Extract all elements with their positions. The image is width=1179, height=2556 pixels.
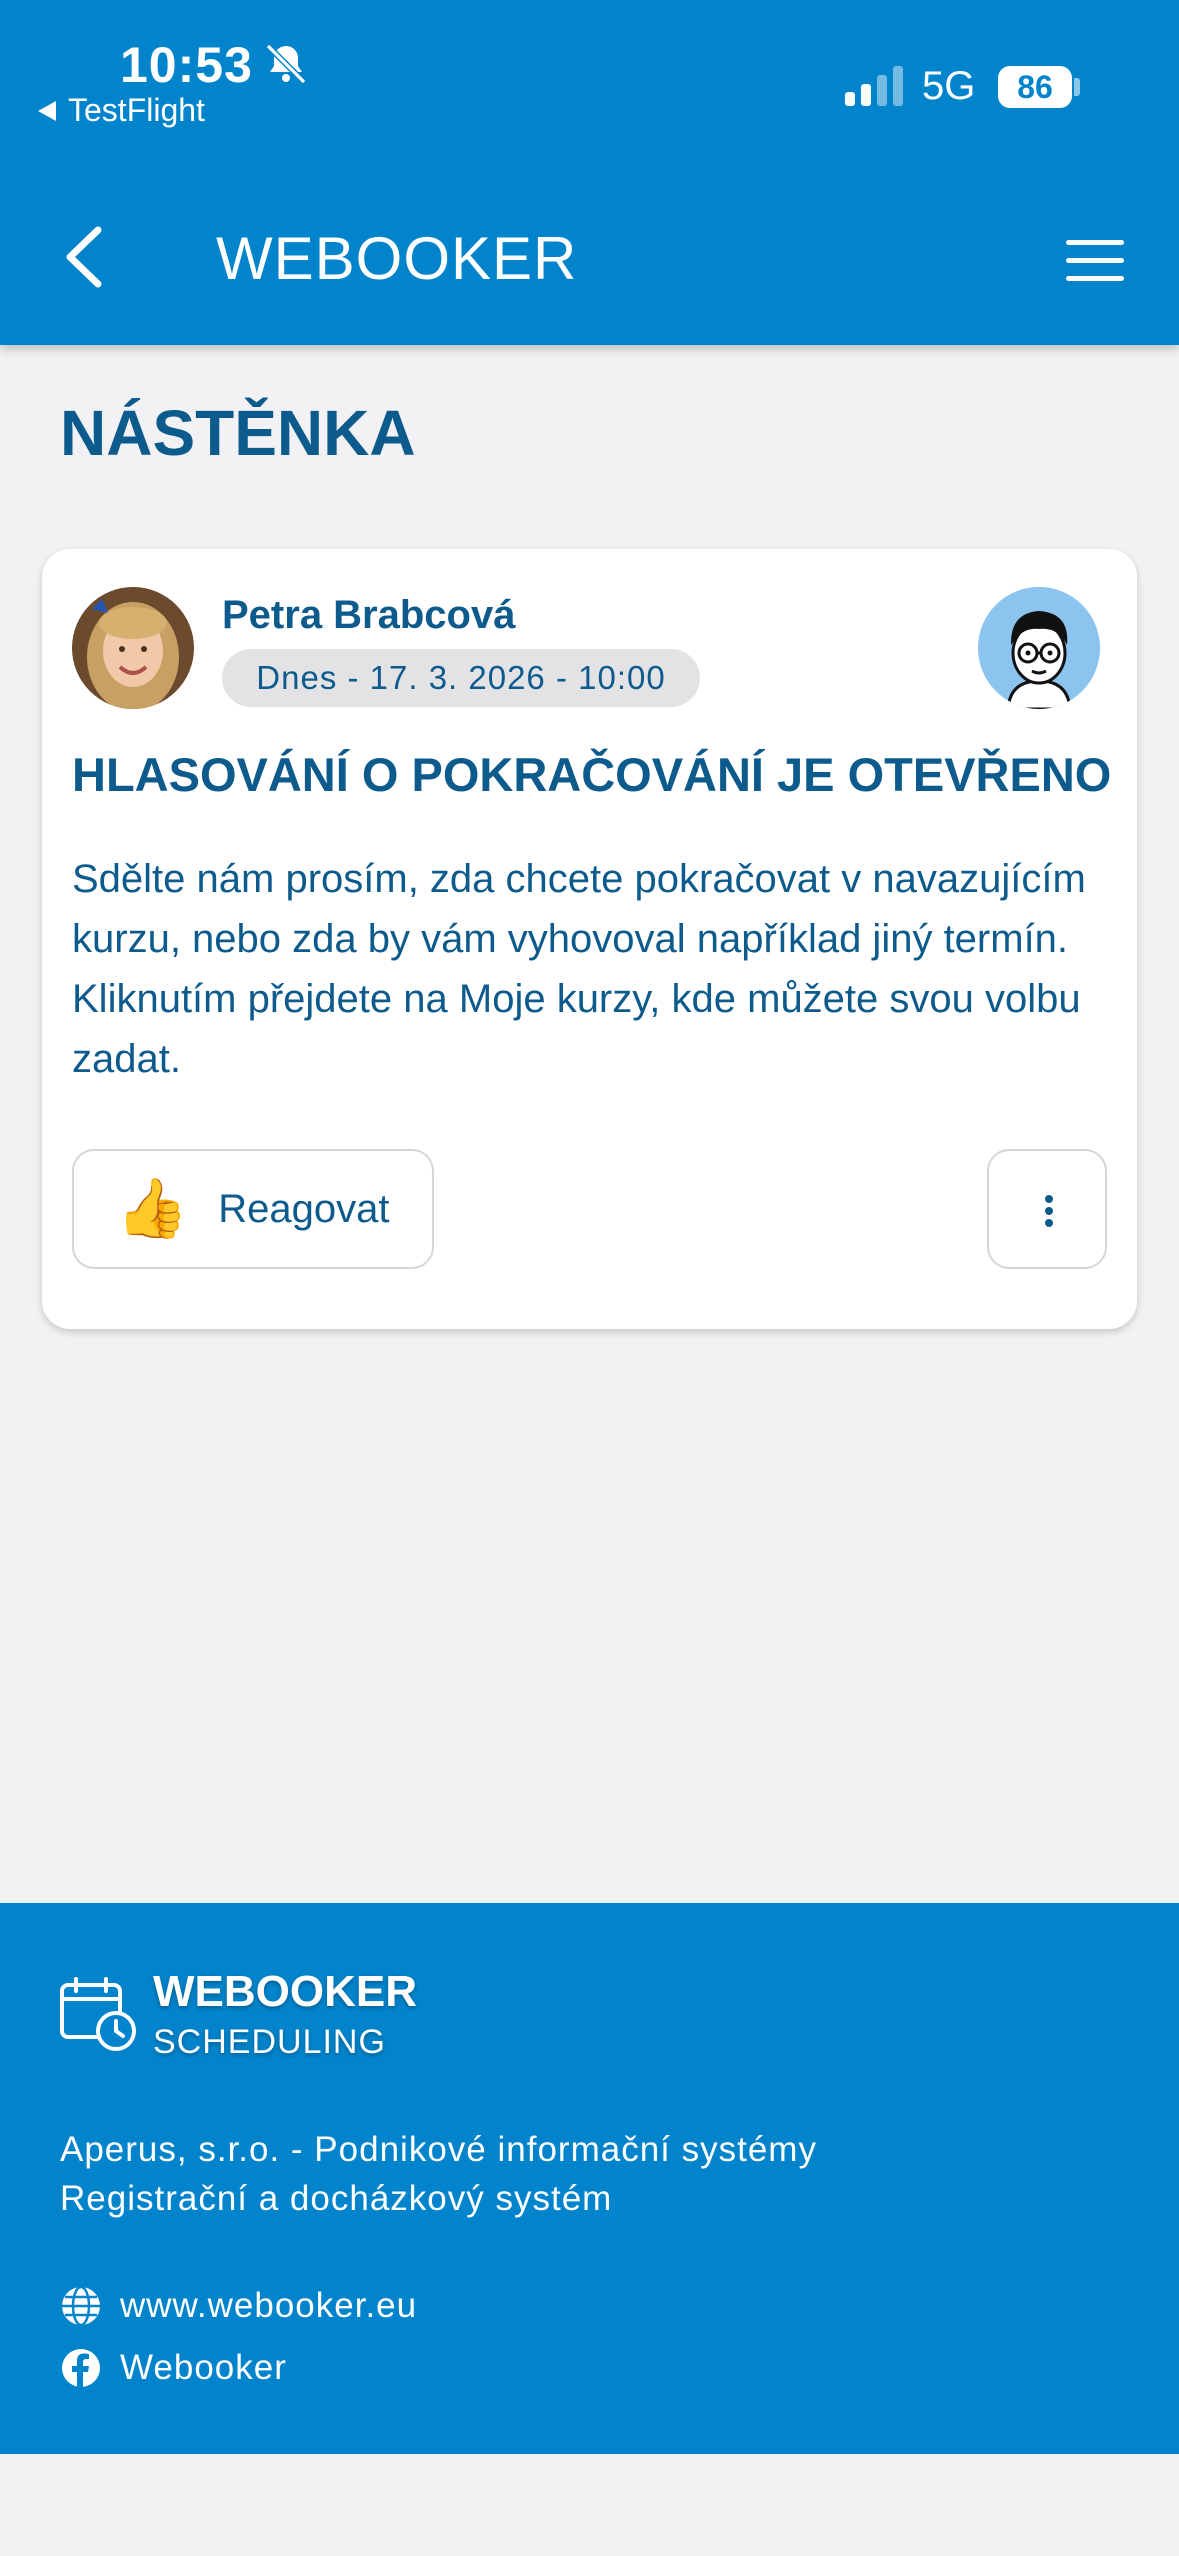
footer-subtitle: SCHEDULING [153, 2023, 386, 2061]
page-title: NÁSTĚNKA [60, 397, 416, 469]
top-app-bar: 10:53 TestFlight 5G 86 WEBOOKER [0, 0, 1179, 345]
post-title: HLASOVÁNÍ O POKRAČOVÁNÍ JE OTEVŘENO [72, 748, 1112, 801]
back-triangle-icon [38, 100, 56, 121]
react-button[interactable]: 👍 Reagovat [72, 1149, 434, 1269]
author-name: Petra Brabcová [222, 593, 516, 637]
author-avatar [72, 587, 194, 709]
battery-cap [1074, 78, 1080, 96]
user-avatar[interactable] [978, 587, 1100, 709]
network-type: 5G [922, 64, 976, 108]
more-options-button[interactable] [987, 1149, 1107, 1269]
post-body[interactable]: Sdělte nám prosím, zda chcete pokračovat… [72, 849, 1102, 1089]
thumbs-up-icon: 👍 [116, 1176, 189, 1241]
footer-website-link[interactable]: www.webooker.eu [60, 2284, 417, 2328]
back-to-app-link[interactable]: TestFlight [38, 92, 205, 129]
app-title: WEBOOKER [216, 225, 578, 292]
footer-tagline: Registrační a docházkový systém [60, 2179, 613, 2218]
calendar-clock-icon [60, 1977, 136, 2051]
footer-facebook-link[interactable]: Webooker [60, 2346, 287, 2390]
facebook-icon [62, 2349, 100, 2387]
bell-muted-icon [265, 43, 307, 85]
globe-icon [62, 2285, 100, 2327]
battery-indicator: 86 [998, 66, 1072, 108]
footer-brand: WEBOOKER [153, 1967, 417, 2016]
footer-company: Aperus, s.r.o. - Podnikové informační sy… [60, 2130, 817, 2169]
post-card: Petra Brabcová Dnes - 17. 3. 2026 - 10:0… [42, 549, 1137, 1329]
post-date-badge: Dnes - 17. 3. 2026 - 10:00 [222, 649, 700, 707]
cellular-signal-icon [845, 66, 903, 106]
status-time: 10:53 [120, 37, 253, 93]
footer-facebook-label: Webooker [120, 2348, 287, 2387]
back-app-label: TestFlight [68, 92, 205, 128]
back-chevron-icon[interactable] [60, 222, 110, 292]
footer-website-label: www.webooker.eu [120, 2286, 418, 2325]
react-button-label: Reagovat [218, 1186, 390, 1231]
hamburger-menu-icon[interactable] [1066, 240, 1124, 282]
footer: WEBOOKER SCHEDULING Aperus, s.r.o. - Pod… [0, 1903, 1179, 2454]
